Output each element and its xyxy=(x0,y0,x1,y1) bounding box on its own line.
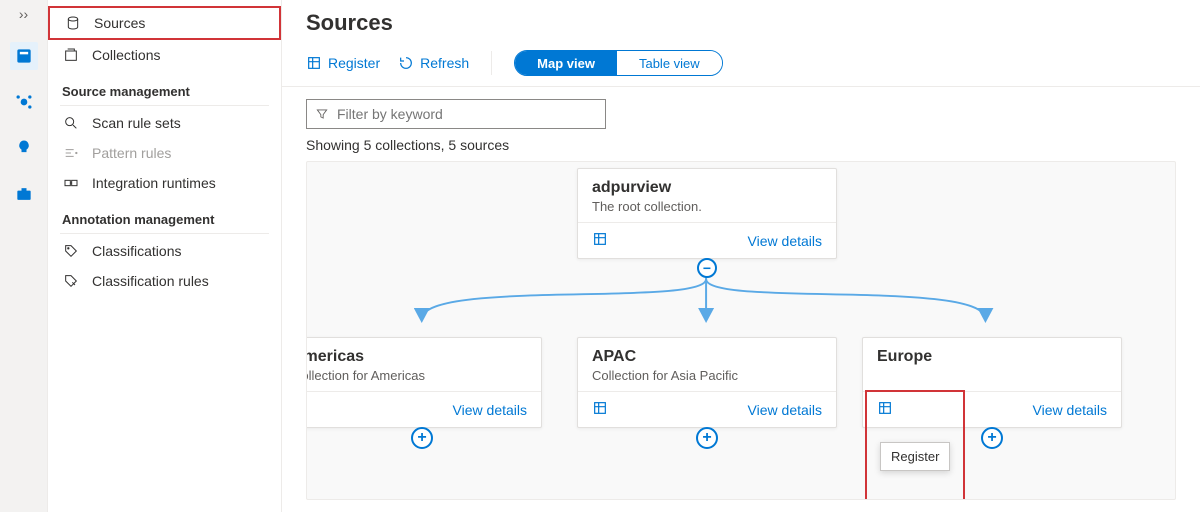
divider xyxy=(60,233,269,234)
node-subtitle: Collection for Asia Pacific xyxy=(592,368,822,383)
sidebar-item-classifications[interactable]: Classifications xyxy=(48,236,281,266)
database-icon xyxy=(64,15,82,31)
node-title: APAC xyxy=(592,348,822,366)
results-summary: Showing 5 collections, 5 sources xyxy=(282,135,1200,161)
view-toggle: Map view Table view xyxy=(514,50,723,76)
toolbar: Register Refresh Map view Table view xyxy=(282,40,1200,87)
rail-insights-icon[interactable] xyxy=(10,134,38,162)
map-view-tab[interactable]: Map view xyxy=(515,51,617,75)
table-view-tab[interactable]: Table view xyxy=(617,51,722,75)
view-details-link[interactable]: View details xyxy=(453,402,527,418)
collection-node-americas[interactable]: Americas Collection for Americas View de… xyxy=(306,337,542,428)
rail-data-icon[interactable] xyxy=(10,42,38,70)
sidebar-section-annotation-mgmt: Annotation management xyxy=(48,198,281,231)
grid-icon[interactable] xyxy=(306,400,308,419)
sidebar-item-pattern-rules[interactable]: Pattern rules xyxy=(48,138,281,168)
sidebar-section-source-mgmt: Source management xyxy=(48,70,281,103)
classifications-icon xyxy=(62,243,80,259)
grid-icon[interactable] xyxy=(592,400,608,419)
rail-management-icon[interactable] xyxy=(10,180,38,208)
classification-rules-icon xyxy=(62,273,80,289)
add-child-button-apac[interactable]: + xyxy=(696,427,718,449)
view-details-link[interactable]: View details xyxy=(748,233,822,249)
add-child-button-americas[interactable]: + xyxy=(411,427,433,449)
node-title: adpurview xyxy=(592,179,822,197)
sidebar-item-label: Sources xyxy=(94,15,145,31)
filter-icon xyxy=(315,107,329,121)
sidebar-item-sources[interactable]: Sources xyxy=(48,6,281,40)
node-title: Americas xyxy=(306,348,527,366)
pattern-icon xyxy=(62,145,80,161)
refresh-button[interactable]: Refresh xyxy=(398,55,469,71)
view-details-link[interactable]: View details xyxy=(1033,402,1107,418)
sidebar-item-scan-rule-sets[interactable]: Scan rule sets xyxy=(48,108,281,138)
nav-rail: ›› xyxy=(0,0,48,512)
annotation-highlight xyxy=(865,390,965,500)
refresh-label: Refresh xyxy=(420,55,469,71)
main-content: Sources Register Refresh Map view Table … xyxy=(282,0,1200,512)
sidebar-item-label: Classifications xyxy=(92,243,181,259)
filter-input-wrapper xyxy=(306,99,606,129)
rail-map-icon[interactable] xyxy=(10,88,38,116)
register-label: Register xyxy=(328,55,380,71)
toolbar-divider xyxy=(491,51,492,75)
sidebar-item-label: Collections xyxy=(92,47,160,63)
sidebar-item-label: Scan rule sets xyxy=(92,115,181,131)
page-title: Sources xyxy=(282,0,1200,40)
grid-icon[interactable] xyxy=(592,231,608,250)
collection-node-apac[interactable]: APAC Collection for Asia Pacific View de… xyxy=(577,337,837,428)
scan-icon xyxy=(62,115,80,131)
view-details-link[interactable]: View details xyxy=(748,402,822,418)
sidebar: Sources Collections Source management Sc… xyxy=(48,0,282,512)
expand-rail-button[interactable]: ›› xyxy=(19,6,28,22)
node-title: Europe xyxy=(877,348,1107,366)
sidebar-item-collections[interactable]: Collections xyxy=(48,40,281,70)
integration-icon xyxy=(62,175,80,191)
map-canvas[interactable]: adpurview The root collection. View deta… xyxy=(306,161,1176,500)
sidebar-item-label: Integration runtimes xyxy=(92,175,216,191)
filter-input[interactable] xyxy=(337,106,597,122)
sidebar-item-classification-rules[interactable]: Classification rules xyxy=(48,266,281,296)
node-subtitle: The root collection. xyxy=(592,199,822,214)
node-subtitle: Collection for Americas xyxy=(306,368,527,383)
sidebar-item-label: Pattern rules xyxy=(92,145,171,161)
sidebar-item-label: Classification rules xyxy=(92,273,209,289)
sidebar-item-integration-runtimes[interactable]: Integration runtimes xyxy=(48,168,281,198)
register-button[interactable]: Register xyxy=(306,55,380,71)
collapse-toggle[interactable]: − xyxy=(697,258,717,278)
add-child-button-europe[interactable]: + xyxy=(981,427,1003,449)
collections-icon xyxy=(62,47,80,63)
collection-node-root[interactable]: adpurview The root collection. View deta… xyxy=(577,168,837,259)
divider xyxy=(60,105,269,106)
node-subtitle xyxy=(877,368,1107,383)
